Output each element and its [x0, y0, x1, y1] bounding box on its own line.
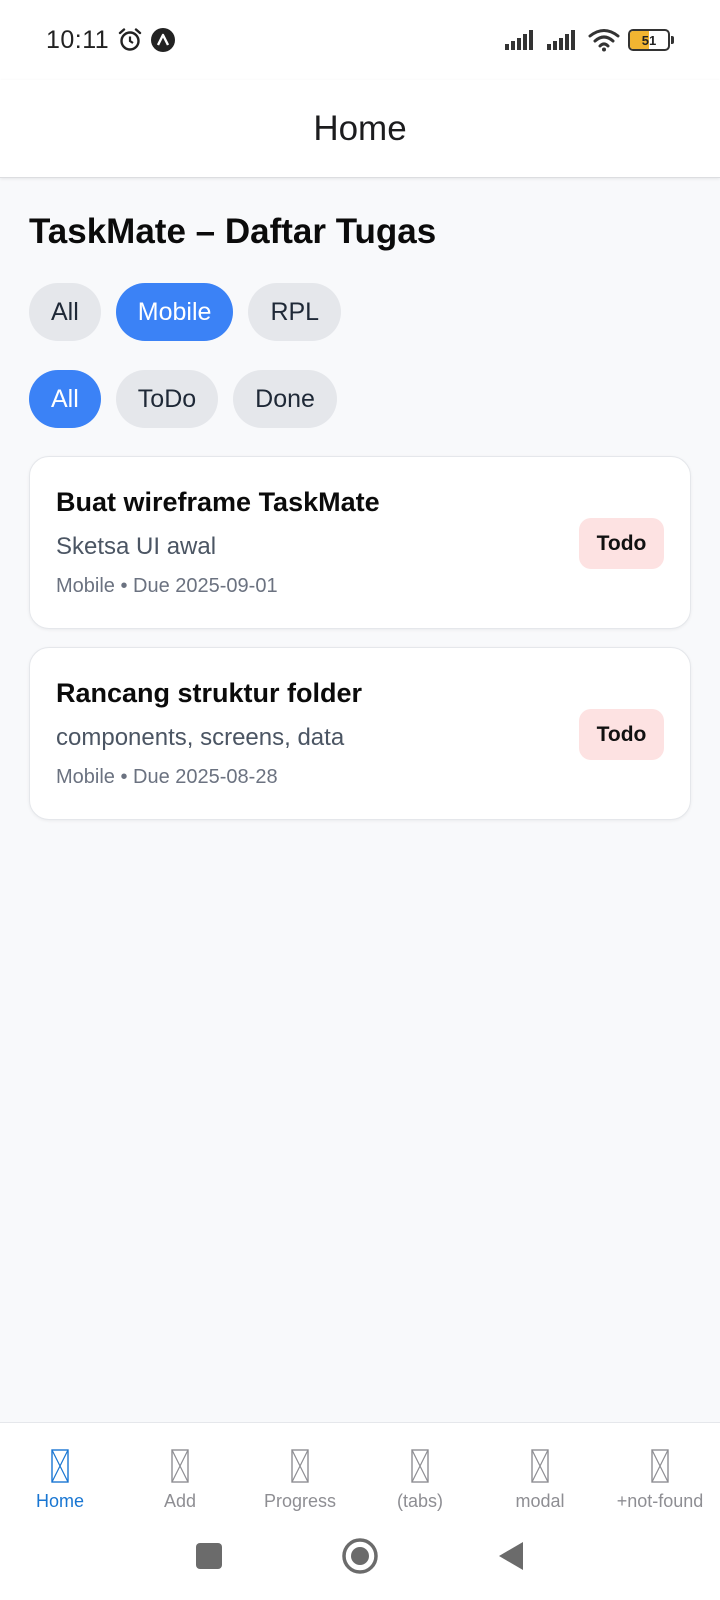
status-chip-todo[interactable]: ToDo	[115, 370, 219, 428]
app-header: Home	[0, 80, 720, 178]
status-time: 10:11	[46, 25, 110, 54]
status-left: 10:11	[46, 25, 176, 55]
tab-add[interactable]: Add	[120, 1423, 240, 1513]
header-title: Home	[313, 108, 407, 148]
a-glyph-icon	[157, 33, 170, 46]
system-nav-bar	[0, 1512, 720, 1600]
battery-tip	[671, 36, 674, 44]
task-title: Buat wireframe TaskMate	[56, 487, 380, 517]
main-content: TaskMate – Daftar Tugas All Mobile RPL A…	[29, 178, 691, 820]
signal-icon	[547, 30, 575, 50]
task-card[interactable]: Rancang struktur folder components, scre…	[29, 647, 691, 820]
placeholder-icon	[411, 1449, 429, 1483]
battery-icon: 51	[628, 29, 674, 51]
back-button[interactable]	[497, 1540, 525, 1572]
status-right: 51	[504, 28, 674, 52]
task-description: Sketsa UI awal	[56, 533, 217, 560]
tab-label: Add	[163, 1491, 197, 1511]
signal-icon	[505, 30, 533, 50]
tab-label: Home	[35, 1491, 84, 1511]
home-button[interactable]	[341, 1537, 379, 1575]
category-filter-row: All Mobile RPL	[29, 283, 691, 341]
task-card[interactable]: Buat wireframe TaskMate Sketsa UI awal M…	[29, 456, 691, 629]
recents-button[interactable]	[195, 1542, 223, 1570]
task-meta: Mobile • Due 2025-08-28	[56, 766, 278, 788]
tab-modal[interactable]: modal	[480, 1423, 600, 1513]
task-meta: Mobile • Due 2025-09-01	[56, 575, 278, 597]
tab-label: (tabs)	[396, 1491, 443, 1511]
status-chip-done[interactable]: Done	[233, 370, 337, 428]
task-title: Rancang struktur folder	[56, 678, 363, 708]
task-description: components, screens, data	[56, 724, 345, 751]
status-badge: Todo	[579, 709, 664, 760]
alarm-icon	[119, 28, 142, 51]
tab-home[interactable]: Home	[0, 1423, 120, 1513]
back-icon	[499, 1542, 523, 1570]
placeholder-icon	[651, 1449, 669, 1483]
placeholder-icon	[171, 1449, 189, 1483]
placeholder-icon	[531, 1449, 549, 1483]
tab-label: Progress	[263, 1491, 337, 1511]
a-icon	[151, 28, 176, 52]
tab-label: modal	[515, 1491, 565, 1511]
home-icon	[342, 1538, 378, 1574]
bottom-tab-bar: Home Add Progress (tabs) modal +not-foun…	[0, 1422, 720, 1512]
tab-tabs[interactable]: (tabs)	[360, 1423, 480, 1513]
tab-not-found[interactable]: +not-found	[600, 1423, 720, 1513]
status-bar: 10:11 51	[0, 0, 720, 80]
status-badge: Todo	[579, 518, 664, 569]
placeholder-icon	[291, 1449, 309, 1483]
status-filter-row: All ToDo Done	[29, 370, 691, 428]
battery-level: 51	[641, 32, 657, 48]
category-chip-mobile[interactable]: Mobile	[115, 283, 234, 341]
recents-icon	[196, 1543, 222, 1569]
tab-label: +not-found	[616, 1491, 704, 1511]
status-chip-all[interactable]: All	[29, 370, 101, 428]
wifi-icon	[588, 29, 620, 52]
placeholder-icon	[51, 1449, 69, 1483]
category-chip-rpl[interactable]: RPL	[248, 283, 342, 341]
tab-progress[interactable]: Progress	[240, 1423, 360, 1513]
category-chip-all[interactable]: All	[29, 283, 101, 341]
page-title: TaskMate – Daftar Tugas	[29, 212, 437, 251]
